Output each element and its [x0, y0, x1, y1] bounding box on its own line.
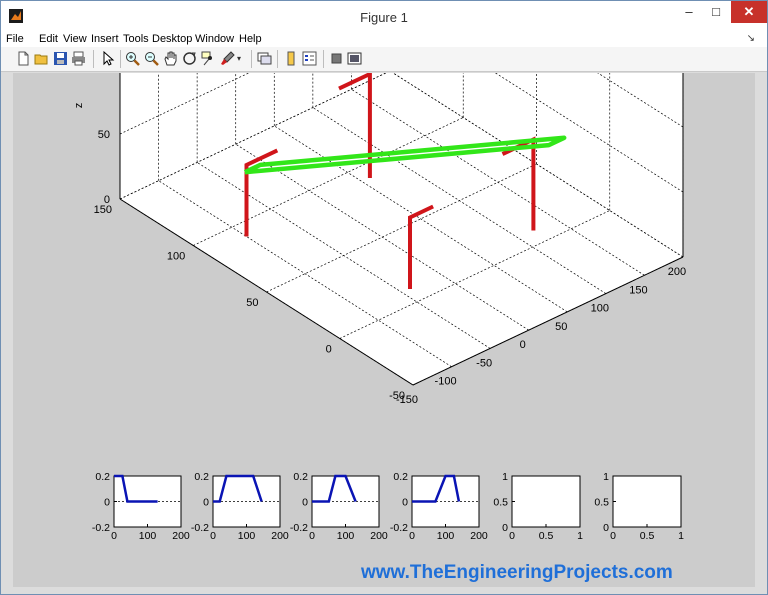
subplot-axes: 0 100 200-0.200.2 — [92, 471, 190, 542]
menu-file[interactable]: File — [6, 33, 24, 45]
menu-desktop[interactable]: Desktop — [152, 33, 192, 45]
x-tick-label: 100 — [238, 530, 256, 542]
y-tick-label: -0.2 — [92, 522, 110, 534]
y-tick-label: 1 — [603, 471, 609, 483]
menu-edit[interactable]: Edit — [39, 33, 58, 45]
y-tick-label: 0 — [402, 497, 408, 509]
y-tick-label: -0.2 — [191, 522, 209, 534]
y-tick-label: 0.2 — [293, 471, 308, 483]
y-tick-label: 0.2 — [95, 471, 110, 483]
maximize-button[interactable]: □ — [703, 1, 729, 23]
close-button[interactable]: ✕ — [731, 1, 767, 23]
y-tick-label: 0 — [502, 522, 508, 534]
x-tick-label: 0 — [210, 530, 216, 542]
minimize-button[interactable]: – — [676, 1, 702, 23]
x-tick-label: 200 — [172, 530, 190, 542]
subplot-axes: 0 0.5 1 0 0.5 1 — [594, 471, 684, 542]
x-tick-label: 200 — [370, 530, 388, 542]
x-tick-label: 0.5 — [539, 530, 554, 542]
watermark-text: www.TheEngineeringProjects.com — [361, 562, 673, 583]
x-tick-label: 0 — [409, 530, 415, 542]
brush-dropdown-icon[interactable]: ▾ — [237, 51, 252, 66]
x-tick-label: 100 — [337, 530, 355, 542]
subplot-box — [612, 475, 682, 528]
window-title: Figure 1 — [360, 10, 408, 25]
colorbar-icon[interactable] — [284, 51, 299, 66]
open-file-icon[interactable] — [34, 51, 49, 66]
menu-bar: File Edit View Insert Tools Desktop Wind… — [1, 31, 767, 47]
menu-insert[interactable]: Insert — [91, 33, 119, 45]
x-tick-label: 1 — [678, 530, 684, 542]
menu-view[interactable]: View — [63, 33, 87, 45]
x-tick-label: 100 — [139, 530, 157, 542]
data-cursor-icon[interactable] — [201, 51, 216, 66]
subplot-axes: 0 0.5 1 0 0.5 1 — [493, 471, 583, 542]
menu-tools[interactable]: Tools — [123, 33, 149, 45]
x-tick-label: 0 — [111, 530, 117, 542]
figure-window: Figure 1 – □ ✕ File Edit View Insert Too… — [0, 0, 768, 595]
pan-icon[interactable] — [163, 51, 178, 66]
y-tick-label: 0.5 — [493, 497, 508, 509]
figure-canvas: -150-100-50050100150200-5005010015005010… — [13, 73, 755, 587]
y-tick-label: 0.2 — [393, 471, 408, 483]
y-tick-label: 0.2 — [194, 471, 209, 483]
zoom-out-icon[interactable] — [144, 51, 159, 66]
hide-plot-tools-icon[interactable] — [329, 51, 344, 66]
menu-help[interactable]: Help — [239, 33, 262, 45]
x-tick-label: 0 — [309, 530, 315, 542]
subplot-axes: 0 100 200-0.200.2 — [191, 471, 289, 542]
brush-icon[interactable] — [220, 51, 235, 66]
edit-plot-icon[interactable] — [101, 51, 116, 66]
y-tick-label: 0 — [603, 522, 609, 534]
y-tick-label: 0.5 — [594, 497, 609, 509]
legend-icon[interactable] — [302, 51, 317, 66]
menu-window[interactable]: Window — [195, 33, 234, 45]
toolbar: ▾ — [1, 47, 767, 72]
link-plot-icon[interactable] — [257, 51, 272, 66]
save-icon[interactable] — [53, 51, 68, 66]
toolbar-separator — [323, 50, 324, 68]
x-tick-label: 0 — [509, 530, 515, 542]
menu-overflow-icon[interactable]: ↘ — [747, 33, 755, 44]
subplot-grid: 0 100 200-0.200.20 100 200-0.200.20 100 200-0.… — [92, 471, 684, 542]
y-tick-label: 1 — [502, 471, 508, 483]
y-tick-label: 0 — [104, 497, 110, 509]
subplot-axes: 0 100 200-0.200.2 — [290, 471, 388, 542]
y-tick-label: -0.2 — [290, 522, 308, 534]
x-tick-label: 0 — [610, 530, 616, 542]
x-tick-label: 0.5 — [640, 530, 655, 542]
toolbar-separator — [93, 50, 94, 68]
zoom-in-icon[interactable] — [125, 51, 140, 66]
toolbar-separator — [251, 50, 252, 68]
subplot-box — [511, 475, 581, 528]
title-bar[interactable]: Figure 1 – □ ✕ — [1, 1, 767, 31]
new-figure-icon[interactable] — [16, 51, 31, 66]
y-tick-label: -0.2 — [390, 522, 408, 534]
y-tick-label: 0 — [302, 497, 308, 509]
x-tick-label: 100 — [437, 530, 455, 542]
x-tick-label: 1 — [577, 530, 583, 542]
show-plot-tools-icon[interactable] — [347, 51, 362, 66]
subplot-axes: 0 100 200-0.200.2 — [390, 471, 488, 542]
print-icon[interactable] — [71, 51, 86, 66]
x-tick-label: 200 — [470, 530, 488, 542]
y-tick-label: 0 — [203, 497, 209, 509]
toolbar-separator — [120, 50, 121, 68]
rotate-3d-icon[interactable] — [182, 51, 197, 66]
x-tick-label: 200 — [271, 530, 289, 542]
toolbar-separator — [277, 50, 278, 68]
